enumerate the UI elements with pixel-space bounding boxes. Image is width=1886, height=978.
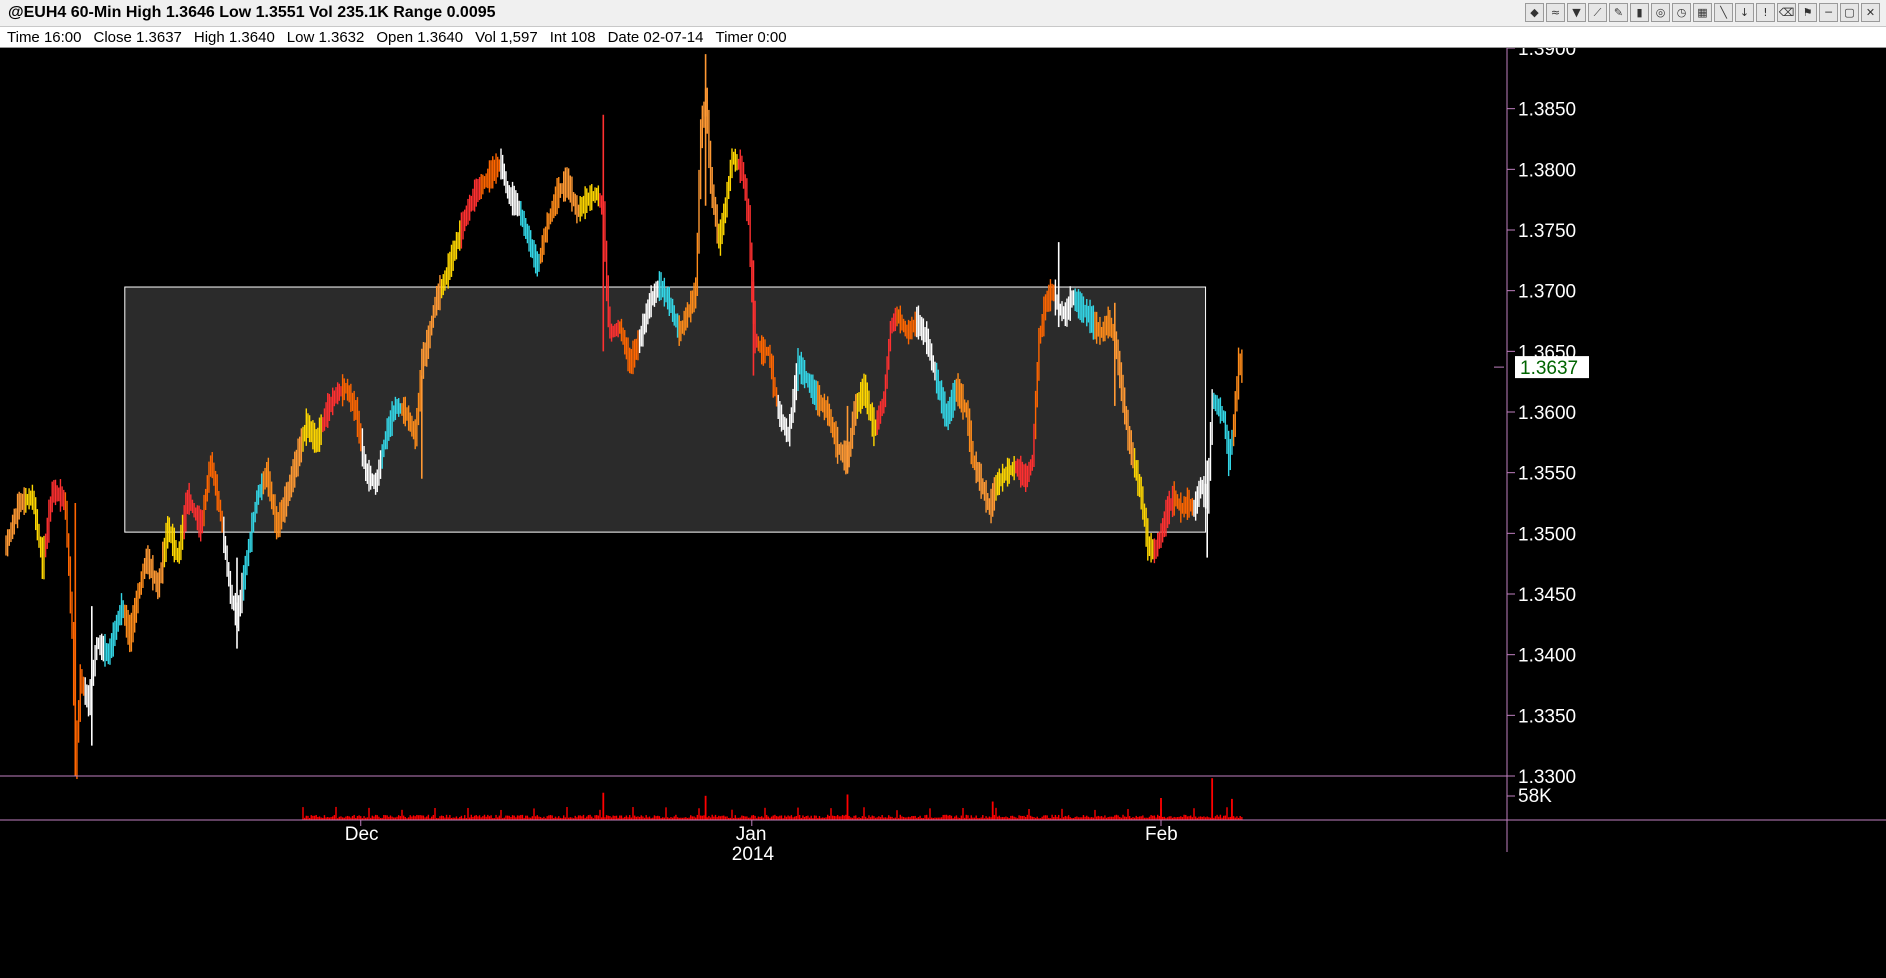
last-price-label: 1.3637: [1520, 358, 1578, 379]
info-time: Time 16:00: [7, 28, 82, 46]
flag-icon[interactable]: ⚑: [1798, 3, 1817, 22]
info-low: Low 1.3632: [286, 28, 365, 46]
y-tick-label: 1.3450: [1518, 585, 1576, 606]
indicator-icon[interactable]: ▼: [1567, 3, 1586, 22]
delete-icon[interactable]: ⌫: [1777, 3, 1796, 22]
chart-window-title: @EUH4 60-Min High 1.3646 Low 1.3551 Vol …: [8, 4, 496, 21]
trend-line-icon[interactable]: ╲: [1714, 3, 1733, 22]
minimize-icon[interactable]: ─: [1819, 3, 1838, 22]
x-tick-label: Dec: [345, 824, 379, 845]
info-date: Date 02-07-14: [607, 28, 704, 46]
arrow-down-icon[interactable]: ↓: [1735, 3, 1754, 22]
draw-line-icon[interactable]: ⟋: [1588, 3, 1607, 22]
clock-icon[interactable]: ◷: [1672, 3, 1691, 22]
x-year-label: 2014: [732, 844, 775, 865]
y-tick-label: 1.3700: [1518, 282, 1576, 303]
volume-tick-label: 58K: [1518, 786, 1552, 807]
y-tick-label: 1.3550: [1518, 464, 1576, 485]
info-int: Int 108: [549, 28, 596, 46]
y-tick-label: 1.3500: [1518, 524, 1576, 545]
x-tick-label: Feb: [1145, 824, 1178, 845]
x-tick-label: Jan: [736, 824, 767, 845]
info-open: Open 1.3640: [376, 28, 464, 46]
marker-icon[interactable]: ◎: [1651, 3, 1670, 22]
overlay-icon[interactable]: ≈: [1546, 3, 1565, 22]
close-icon[interactable]: ✕: [1861, 3, 1880, 22]
data-info-bar: Time 16:00 Close 1.3637 High 1.3640 Low …: [0, 27, 1886, 48]
y-tick-label: 1.3750: [1518, 221, 1576, 242]
y-tick-label: 1.3300: [1518, 767, 1576, 788]
volume-layer: [302, 778, 1243, 820]
y-tick-label: 1.3350: [1518, 706, 1576, 727]
maximize-icon[interactable]: ▢: [1840, 3, 1859, 22]
chart-window-titlebar: @EUH4 60-Min High 1.3646 Low 1.3551 Vol …: [0, 0, 1886, 27]
y-tick-label: 1.3850: [1518, 100, 1576, 121]
alert-icon[interactable]: !: [1756, 3, 1775, 22]
chart-toolbar: ◆ ≈ ▼ ⟋ ✎ ▮ ◎ ◷ ▦ ╲ ↓! ⌫ ⚑ ─ ▢ ✕: [1525, 3, 1880, 22]
y-tick-label: 1.3900: [1518, 48, 1576, 60]
pencil-icon[interactable]: ✎: [1609, 3, 1628, 22]
bar-icon[interactable]: ▮: [1630, 3, 1649, 22]
info-timer: Timer 0:00: [715, 28, 787, 46]
chart-type-icon[interactable]: ◆: [1525, 3, 1544, 22]
y-tick-label: 1.3800: [1518, 160, 1576, 181]
table-icon[interactable]: ▦: [1693, 3, 1712, 22]
y-tick-label: 1.3600: [1518, 403, 1576, 424]
info-close: Close 1.3637: [93, 28, 182, 46]
info-vol: Vol 1,597: [475, 28, 538, 46]
info-high: High 1.3640: [193, 28, 275, 46]
price-chart[interactable]: 1.39001.38501.38001.37501.37001.36501.36…: [0, 48, 1886, 978]
y-tick-label: 1.3400: [1518, 646, 1576, 667]
